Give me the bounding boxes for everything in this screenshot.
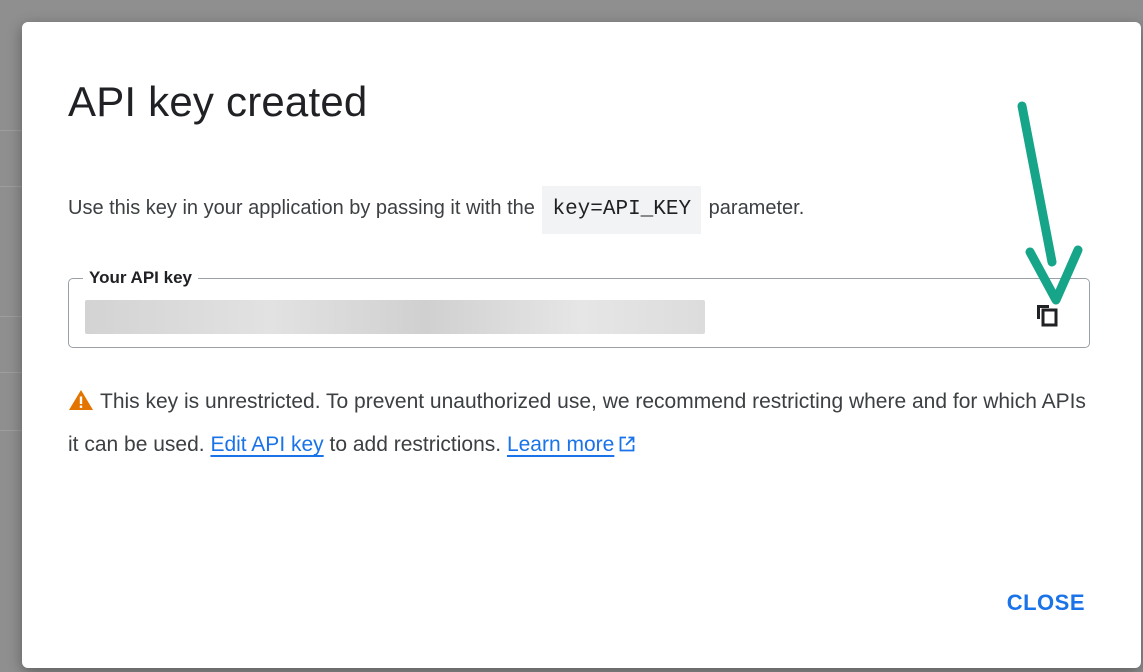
api-key-field[interactable]: Your API key: [68, 267, 1090, 348]
unrestricted-key-warning: This key is unrestricted. To prevent una…: [68, 382, 1088, 467]
backdrop-divider: [0, 430, 22, 431]
backdrop-divider: [0, 130, 22, 131]
description-prefix: Use this key in your application by pass…: [68, 197, 535, 219]
dialog-description: Use this key in your application by pass…: [68, 184, 804, 234]
warning-text-middle: to add restrictions.: [329, 433, 502, 456]
learn-more-link[interactable]: Learn more: [507, 433, 614, 456]
backdrop-divider: [0, 316, 22, 317]
warning-icon: [68, 385, 94, 425]
backdrop-divider: [0, 372, 22, 373]
annotation-arrow: [1017, 101, 1083, 305]
api-key-dialog: API key created Use this key in your app…: [22, 22, 1141, 668]
api-key-field-label: Your API key: [83, 267, 198, 289]
learn-more-label: Learn more: [506, 433, 615, 456]
dialog-title: API key created: [68, 78, 368, 125]
external-link-icon: [618, 427, 636, 467]
key-param-code: key=API_KEY: [542, 186, 702, 234]
edit-api-key-link[interactable]: Edit API key: [210, 433, 323, 456]
backdrop-divider: [0, 186, 22, 187]
description-suffix: parameter.: [708, 197, 805, 219]
api-key-value-redacted[interactable]: [85, 300, 705, 334]
close-button[interactable]: CLOSE: [1007, 586, 1085, 620]
